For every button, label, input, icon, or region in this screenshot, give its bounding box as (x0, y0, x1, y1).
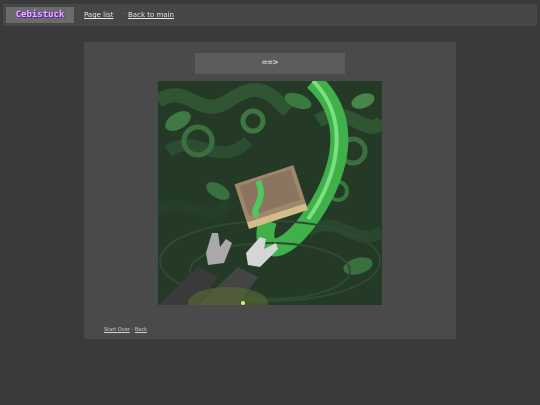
page-list-link[interactable]: Page list (84, 10, 113, 20)
site-logo[interactable]: Cebistuck (6, 7, 74, 23)
back-link[interactable]: Back (135, 327, 147, 333)
footer-links: Start Over - Back (104, 326, 147, 334)
comic-page-panel: ==> Start Over - Back (84, 42, 456, 339)
back-to-main-link[interactable]: Back to main (128, 10, 174, 20)
start-over-link[interactable]: Start Over (104, 327, 130, 333)
nav-separator: · (122, 10, 125, 18)
footer-separator: - (131, 327, 134, 333)
next-page-command[interactable]: ==> (195, 53, 345, 74)
comic-panel-image (158, 81, 382, 305)
top-nav-bar: Cebistuck Page list · Back to main (3, 4, 537, 26)
